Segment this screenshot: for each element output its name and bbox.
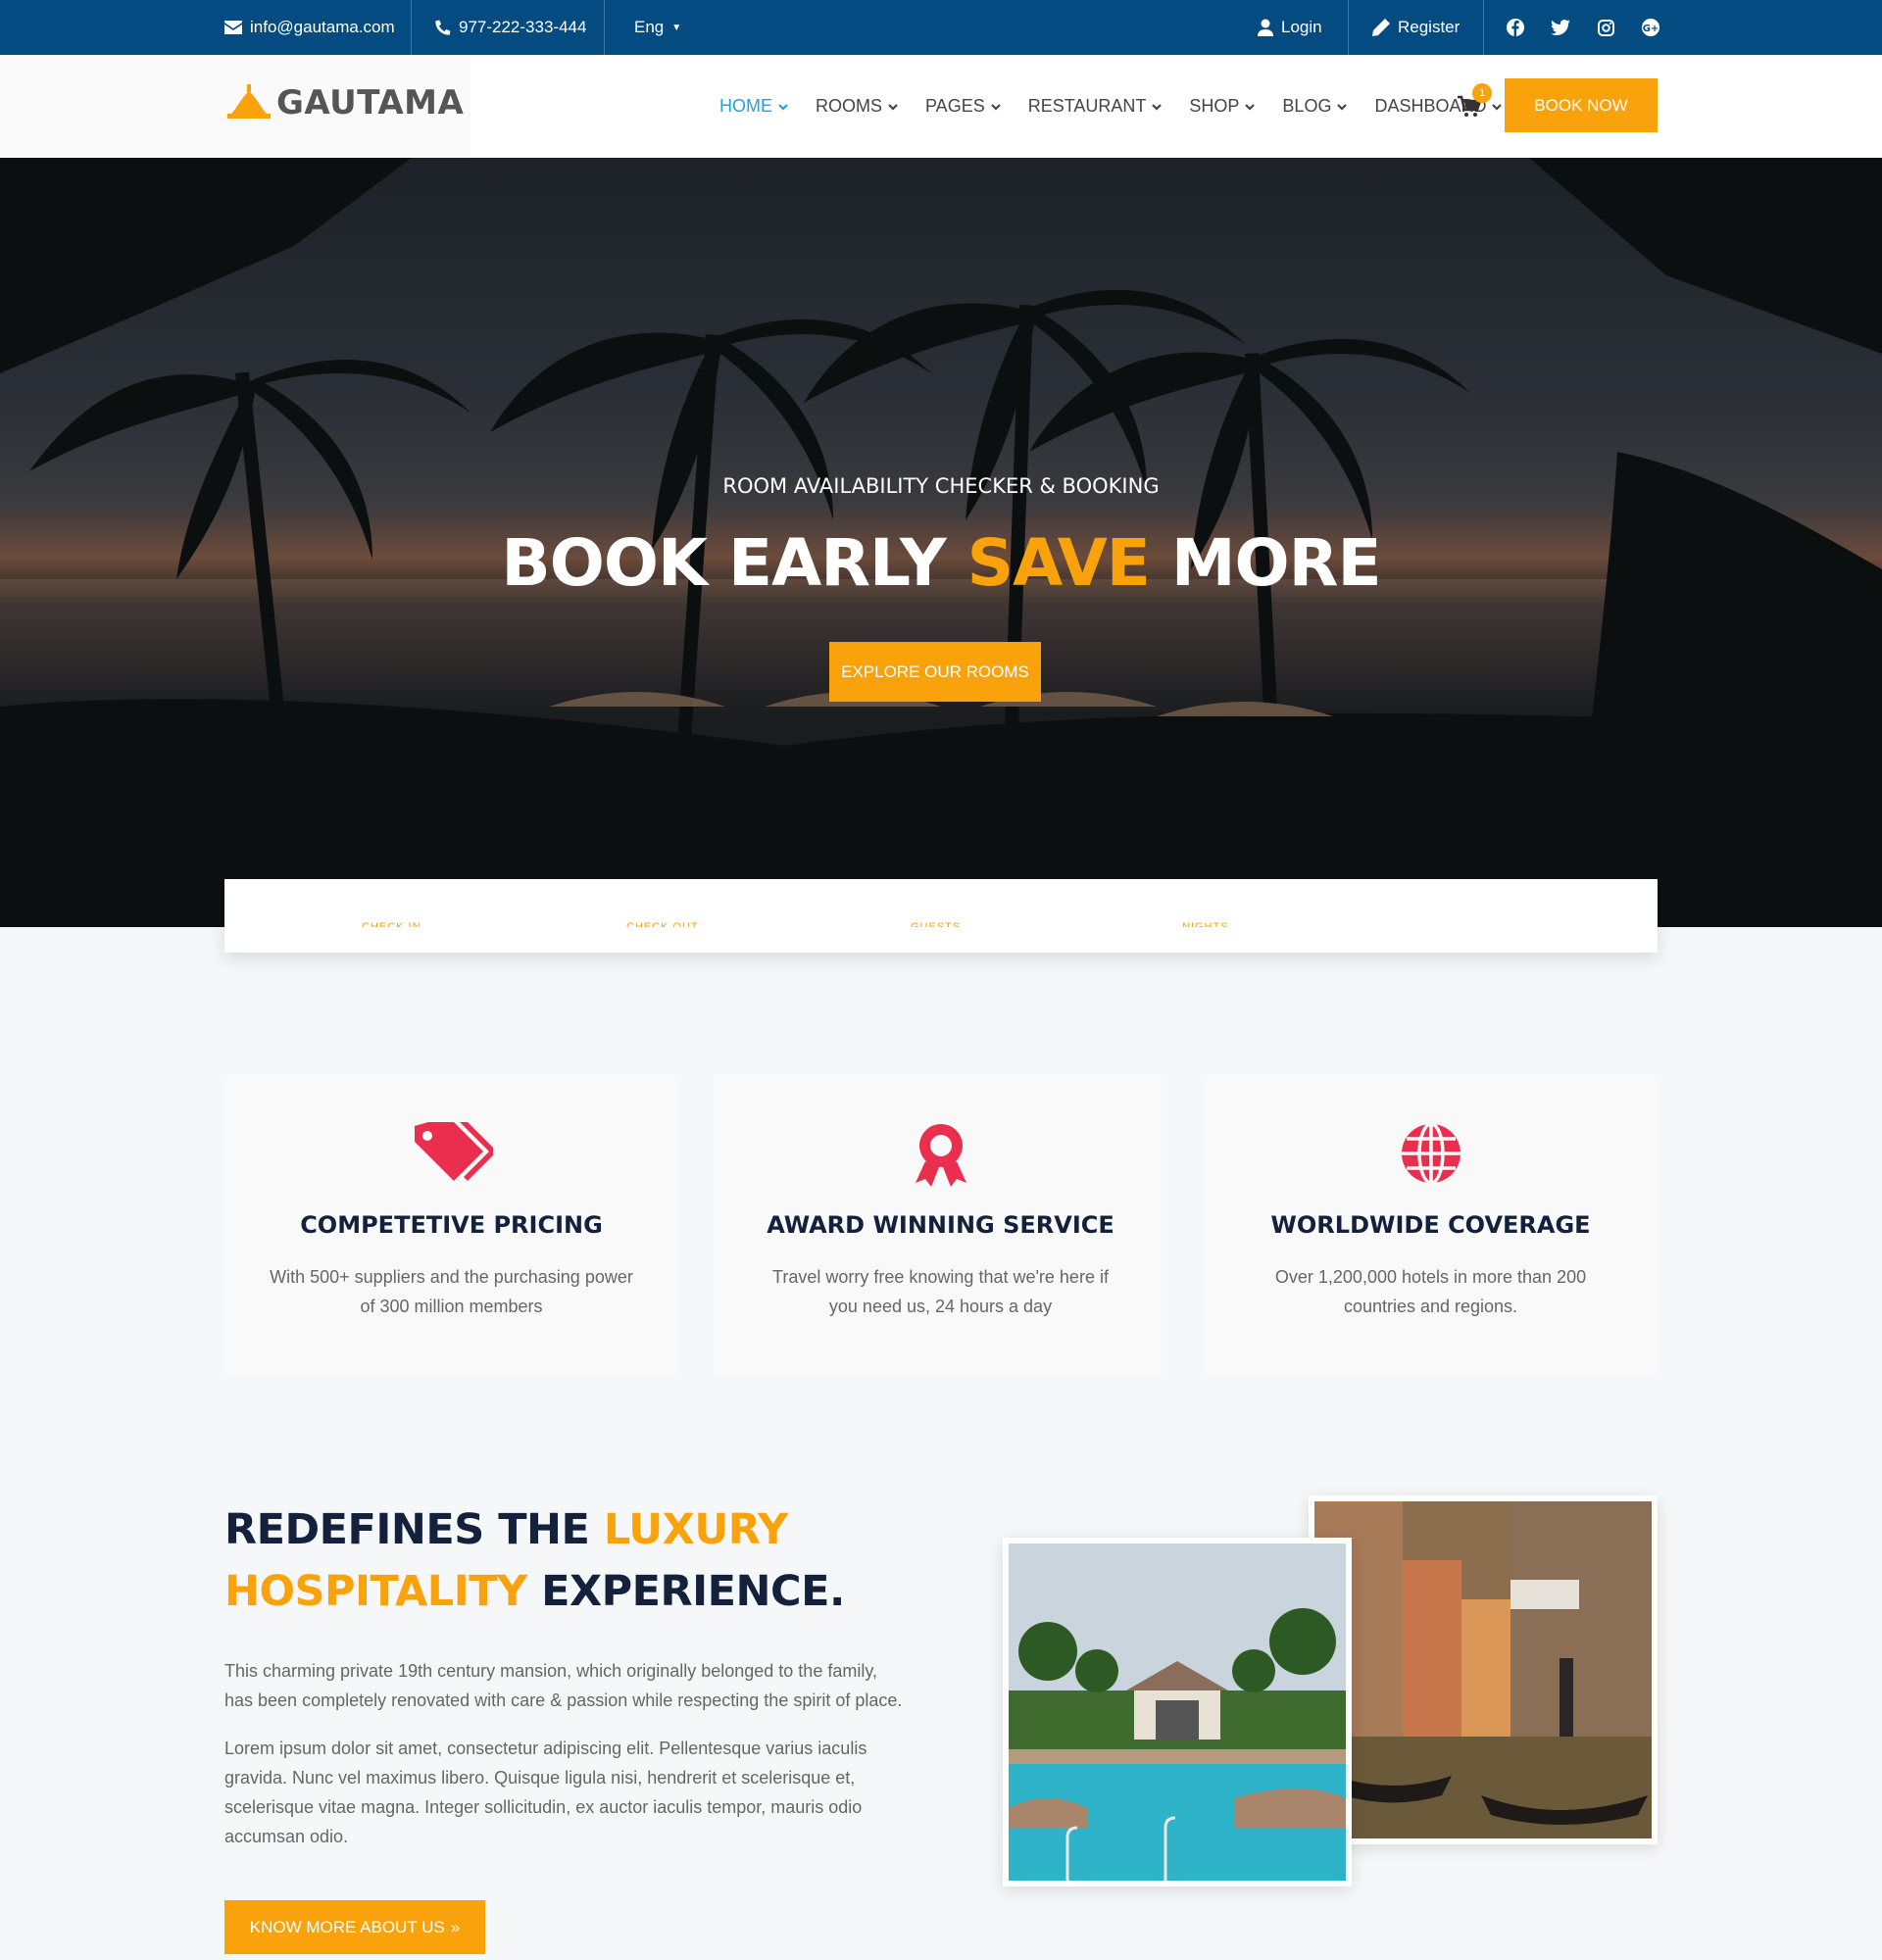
feature-card: WORLDWIDE COVERAGE Over 1,200,000 hotels… <box>1204 1076 1658 1375</box>
main-menu: HOME ROOMS PAGES RESTAURANT SHOP BLOG DA… <box>719 55 1529 158</box>
about-paragraph: This charming private 19th century mansi… <box>224 1661 903 1710</box>
hero-title-part: BOOK EARLY <box>501 525 967 601</box>
chevron-down-icon <box>888 103 898 111</box>
nav-item-pages[interactable]: PAGES <box>925 96 1001 117</box>
main-navbar: GAUTAMA HOME ROOMS PAGES RESTAURANT SHOP… <box>0 55 1882 158</box>
register-link[interactable]: Register <box>1372 0 1460 55</box>
guests-field[interactable]: GUESTS <box>911 921 961 927</box>
feature-card: COMPETETIVE PRICING With 500+ suppliers … <box>224 1076 678 1375</box>
nav-item-home[interactable]: HOME <box>719 96 788 117</box>
feature-card: AWARD WINNING SERVICE Travel worry free … <box>714 1076 1167 1375</box>
facebook-icon[interactable] <box>1506 18 1525 37</box>
chevron-down-icon <box>1492 103 1503 111</box>
chevron-down-icon <box>1337 103 1348 111</box>
phone-link[interactable]: 977-222-333-444 <box>435 0 586 55</box>
divider <box>411 0 412 55</box>
divider <box>1483 0 1484 55</box>
about-heading: REDEFINES THE LUXURY HOSPITALITY EXPERIEN… <box>224 1499 911 1623</box>
login-text: Login <box>1281 18 1322 36</box>
chevron-down-icon <box>1152 103 1163 111</box>
venice-canal-image <box>1314 1501 1652 1838</box>
know-more-button[interactable]: KNOW MORE ABOUT US » <box>224 1900 485 1954</box>
know-more-label: KNOW MORE ABOUT US <box>249 1917 445 1936</box>
nav-item-label: PAGES <box>925 96 985 116</box>
venice-canal-photo <box>1309 1495 1658 1844</box>
social-links: G+ <box>1506 0 1660 55</box>
booking-form: CHECK IN CHECK OUT GUESTS NIGHTS <box>224 879 1658 953</box>
book-now-button[interactable]: BOOK NOW <box>1505 78 1658 132</box>
about-heading-part: EXPERIENCE. <box>526 1567 845 1616</box>
hero-banner: ROOM AVAILABILITY CHECKER & BOOKING BOOK… <box>0 158 1882 927</box>
check-out-field[interactable]: CHECK OUT <box>626 921 699 927</box>
nav-item-restaurant[interactable]: RESTAURANT <box>1028 96 1163 117</box>
twitter-icon[interactable] <box>1551 18 1570 37</box>
register-text: Register <box>1398 18 1461 36</box>
feature-text: Over 1,200,000 hotels in more than 200 c… <box>1274 1267 1587 1316</box>
about-heading-accent: HOSPITALITY <box>224 1567 527 1616</box>
phone-icon <box>435 20 451 35</box>
feature-text: Travel worry free knowing that we're her… <box>772 1267 1109 1316</box>
tags-icon <box>224 1122 678 1189</box>
language-text: Eng <box>634 18 665 36</box>
resort-pool-image <box>1009 1544 1346 1881</box>
about-heading-accent: LUXURY <box>603 1505 788 1554</box>
nav-item-label: RESTAURANT <box>1027 96 1147 116</box>
award-icon <box>714 1122 1167 1189</box>
email-text: info@gautama.com <box>250 18 395 36</box>
hero-title-accent: SAVE <box>966 525 1151 601</box>
login-link[interactable]: Login <box>1258 0 1322 55</box>
feature-title: AWARD WINNING SERVICE <box>767 1211 1114 1239</box>
svg-text:G+: G+ <box>1643 24 1659 34</box>
hero-subtitle: ROOM AVAILABILITY CHECKER & BOOKING <box>722 474 1160 498</box>
explore-rooms-button[interactable]: EXPLORE OUR ROOMS <box>829 642 1041 702</box>
double-chevron-right-icon: » <box>450 1917 461 1936</box>
hero-title: BOOK EARLY SAVE MORE <box>0 525 1882 601</box>
envelope-icon <box>224 21 242 34</box>
caret-down-icon: ▼ <box>671 22 682 33</box>
pencil-icon <box>1372 19 1390 36</box>
nav-item-label: ROOMS <box>816 96 883 116</box>
feature-title: COMPETETIVE PRICING <box>300 1211 603 1239</box>
chevron-down-icon <box>990 103 1001 111</box>
chevron-down-icon <box>778 103 788 111</box>
resort-pool-photo <box>1003 1538 1352 1886</box>
email-link[interactable]: info@gautama.com <box>224 0 395 55</box>
hero-title-part: MORE <box>1149 525 1382 601</box>
about-heading-part: REDEFINES THE <box>224 1505 604 1554</box>
nav-item-label: BLOG <box>1282 96 1332 116</box>
logo-text: GAUTAMA <box>276 83 465 122</box>
nav-item-blog[interactable]: BLOG <box>1282 96 1348 117</box>
top-bar: info@gautama.com 977-222-333-444 Eng ▼ L… <box>0 0 1882 55</box>
feature-title: WORLDWIDE COVERAGE <box>1270 1211 1591 1239</box>
user-icon <box>1258 19 1273 36</box>
check-in-field[interactable]: CHECK IN <box>362 921 421 927</box>
stupa-logo-icon <box>227 84 271 119</box>
feature-text: With 500+ suppliers and the purchasing p… <box>270 1267 633 1316</box>
nav-item-rooms[interactable]: ROOMS <box>816 96 898 117</box>
divider <box>1348 0 1349 55</box>
language-select[interactable]: Eng ▼ <box>634 0 681 55</box>
cart-count-badge: 1 <box>1472 83 1492 103</box>
nav-item-label: HOME <box>719 96 772 116</box>
chevron-down-icon <box>1245 103 1256 111</box>
about-paragraph: Lorem ipsum dolor sit amet, consectetur … <box>224 1739 867 1846</box>
google-plus-icon[interactable]: G+ <box>1641 18 1660 37</box>
nights-field[interactable]: NIGHTS <box>1182 921 1229 927</box>
divider <box>604 0 605 55</box>
phone-text: 977-222-333-444 <box>459 18 587 36</box>
instagram-icon[interactable] <box>1596 18 1615 37</box>
nav-item-label: SHOP <box>1189 96 1240 116</box>
logo[interactable]: GAUTAMA <box>225 82 464 123</box>
globe-icon <box>1204 1122 1658 1185</box>
nav-item-shop[interactable]: SHOP <box>1189 96 1256 117</box>
